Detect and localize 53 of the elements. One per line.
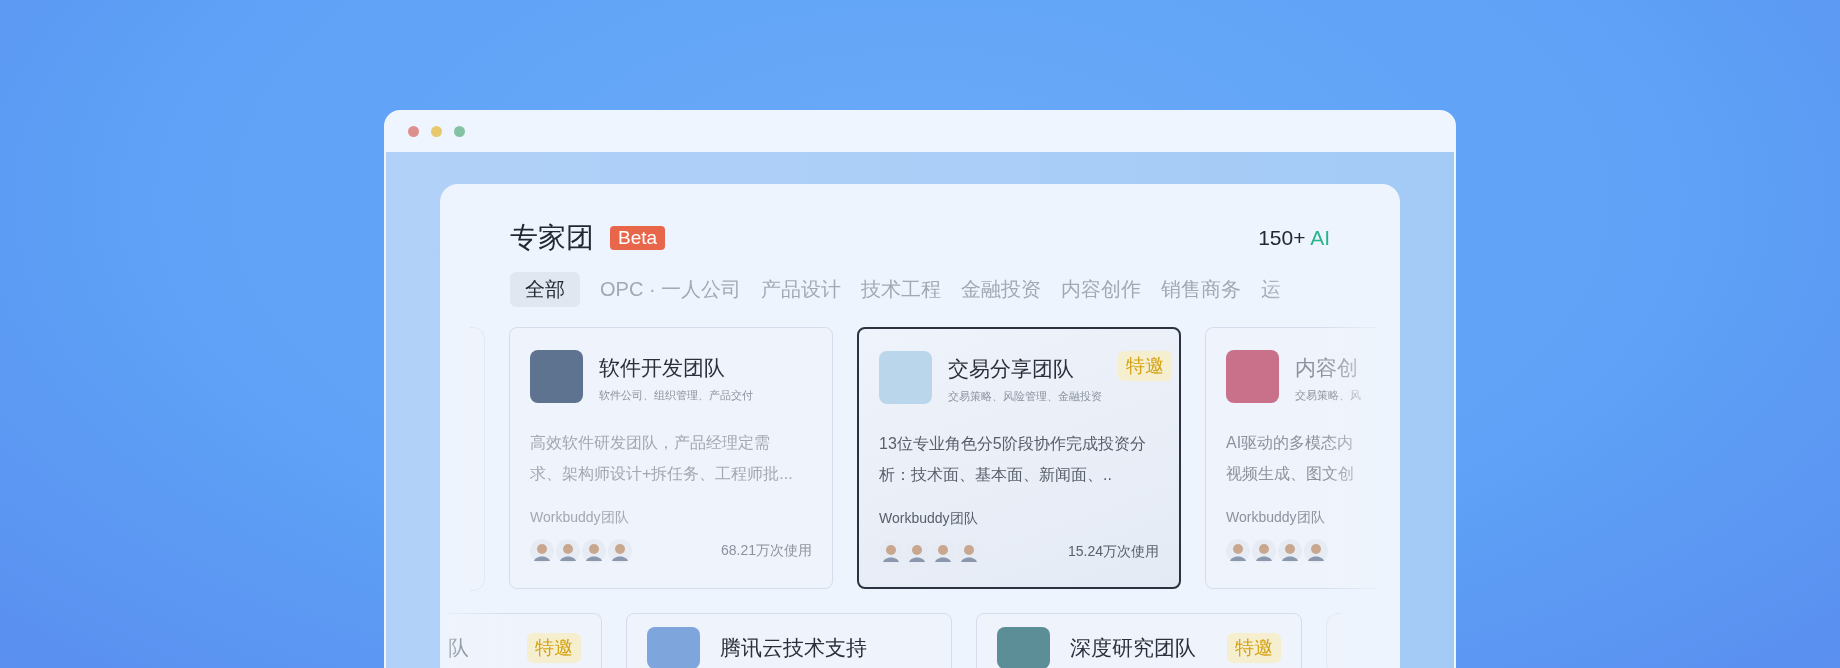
team-card[interactable]: 软件开发团队 软件公司、组织管理、产品交付 高效软件研发团队，产品经理定需 求、架构师设计+拆任务、工程师批... Workbuddy团队 68.21万次使用 — [509, 327, 833, 589]
card-title: 腾讯云技术支持 — [720, 635, 868, 661]
ai-count: 150+ AI — [1258, 226, 1330, 250]
card-title: 软件开发团队 — [599, 355, 726, 381]
close-icon[interactable] — [408, 125, 419, 137]
avatar-icon — [582, 539, 606, 563]
minimize-icon[interactable] — [431, 125, 442, 137]
image-placeholder — [1226, 350, 1279, 403]
card-title: 交易分享团队 — [948, 356, 1075, 382]
avatar-icon — [1278, 539, 1302, 563]
team-card[interactable]: 交易分享团队 交易策略、风险管理、金融投资 特邀 13位专业角色分5阶段协作完成投资分 析：技术面、基本面、新闻面、.. Workbuddy团队 15.24万次使用 — [857, 327, 1181, 589]
image-placeholder — [879, 351, 932, 404]
card-description: 13位专业角色分5阶段协作完成投资分 析：技术面、基本面、新闻面、.. — [879, 434, 1147, 485]
category-tab[interactable]: 全部 — [510, 272, 580, 307]
image-placeholder — [997, 627, 1050, 668]
page-title: 专家团 — [510, 221, 594, 255]
avatar-icon — [1226, 539, 1250, 563]
team-card[interactable]: 队 特邀 — [448, 613, 602, 668]
card-title: 深度研究团队 — [1070, 635, 1197, 661]
card-author: Workbuddy团队 — [530, 509, 630, 527]
category-tab[interactable]: 产品设计 — [761, 272, 842, 307]
card-author: Workbuddy团队 — [879, 510, 979, 528]
category-tab[interactable]: 销售商务 — [1161, 272, 1242, 307]
card-title: 队 — [448, 635, 469, 661]
team-card[interactable]: 腾讯云技术支持 — [626, 613, 952, 668]
card-author: Workbuddy团队 — [1226, 509, 1326, 527]
image-placeholder — [647, 627, 700, 668]
usage-count: 68.21万次使用 — [720, 542, 812, 560]
invite-badge: 特邀 — [1227, 633, 1281, 663]
avatar-icon — [530, 539, 554, 563]
category-tab[interactable]: 金融投资 — [961, 272, 1042, 307]
invite-badge: 特邀 — [1118, 351, 1172, 381]
image-placeholder — [530, 350, 583, 403]
avatar-icon — [556, 539, 580, 563]
category-tab[interactable]: 运 — [1261, 272, 1282, 307]
card-tags: 软件公司、组织管理、产品交付 — [599, 388, 812, 403]
invite-badge: 特邀 — [527, 633, 581, 663]
card-description: AI驱动的多模态内 视频生成、图文创 — [1226, 433, 1355, 484]
category-tab[interactable]: 内容创作 — [1061, 272, 1142, 307]
team-card[interactable]: 深度研究团队 特邀 — [976, 613, 1302, 668]
avatar-icon — [608, 539, 632, 563]
usage-count: 15.24万次使用 — [1067, 543, 1159, 561]
avatar-icon — [1252, 539, 1276, 563]
card-description: 高效软件研发团队，产品经理定需 求、架构师设计+拆任务、工程师批... — [530, 433, 794, 484]
card-tags: 交易策略、风险管理、金融投资 — [948, 389, 1102, 404]
card-title: 内容创 — [1295, 355, 1359, 381]
category-tab[interactable]: 技术工程 — [861, 272, 942, 307]
maximize-icon[interactable] — [454, 125, 465, 137]
team-card[interactable]: 内容创 交易策略、风 AI驱动的多模态内 视频生成、图文创 Workbuddy团队 — [1205, 327, 1377, 589]
card-tags: 交易策略、风 — [1295, 388, 1377, 403]
category-tab[interactable]: OPC · 一人公司 — [600, 272, 742, 307]
avatar-icon — [1304, 539, 1328, 563]
beta-badge: Beta — [610, 226, 666, 250]
